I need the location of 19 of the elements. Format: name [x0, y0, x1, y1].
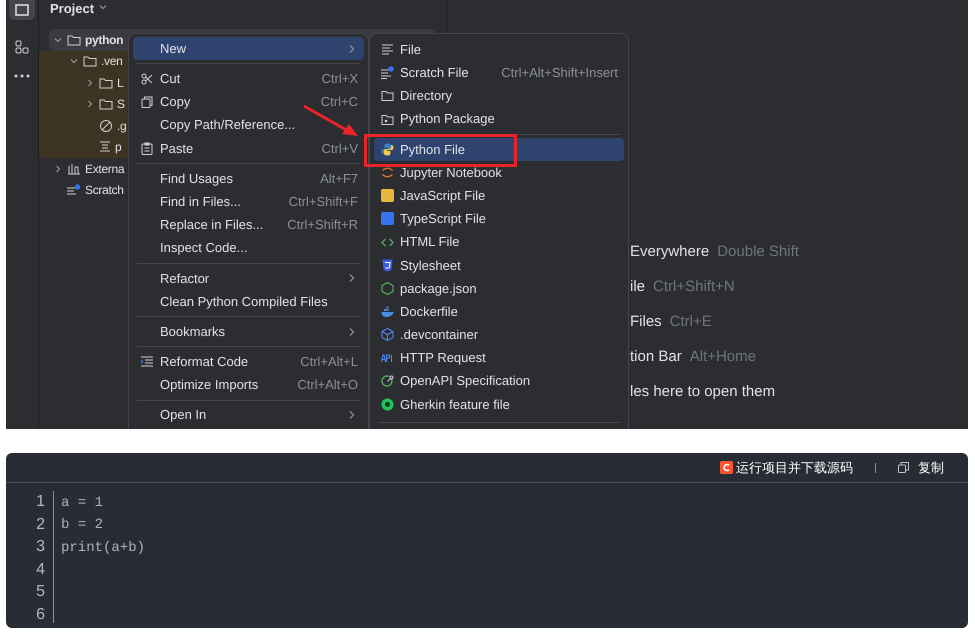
panel-title: Project [50, 0, 94, 18]
hint-shortcut: Alt+Home [690, 347, 756, 368]
code-line: b = 2 [61, 516, 104, 536]
line-number: 1 [36, 492, 45, 512]
line-number: 2 [36, 514, 45, 534]
line-number: 4 [36, 560, 45, 580]
hint-shortcut: Ctrl+Shift+N [653, 277, 735, 298]
code-line: print(a+b) [61, 538, 146, 558]
hint-text: tion Bar [630, 347, 682, 368]
hint-text: Everywhere [630, 242, 710, 262]
hint-text: Files [630, 312, 662, 332]
hint-text: ile [630, 277, 646, 298]
code-line: a = 1 [61, 494, 104, 513]
line-number: 3 [36, 537, 45, 557]
line-number: 5 [36, 582, 45, 602]
hint-shortcut: Ctrl+E [670, 312, 712, 332]
hint-text: les here to open them [630, 382, 776, 402]
hint-shortcut: Double Shift [717, 242, 799, 262]
line-number: 6 [36, 604, 45, 624]
